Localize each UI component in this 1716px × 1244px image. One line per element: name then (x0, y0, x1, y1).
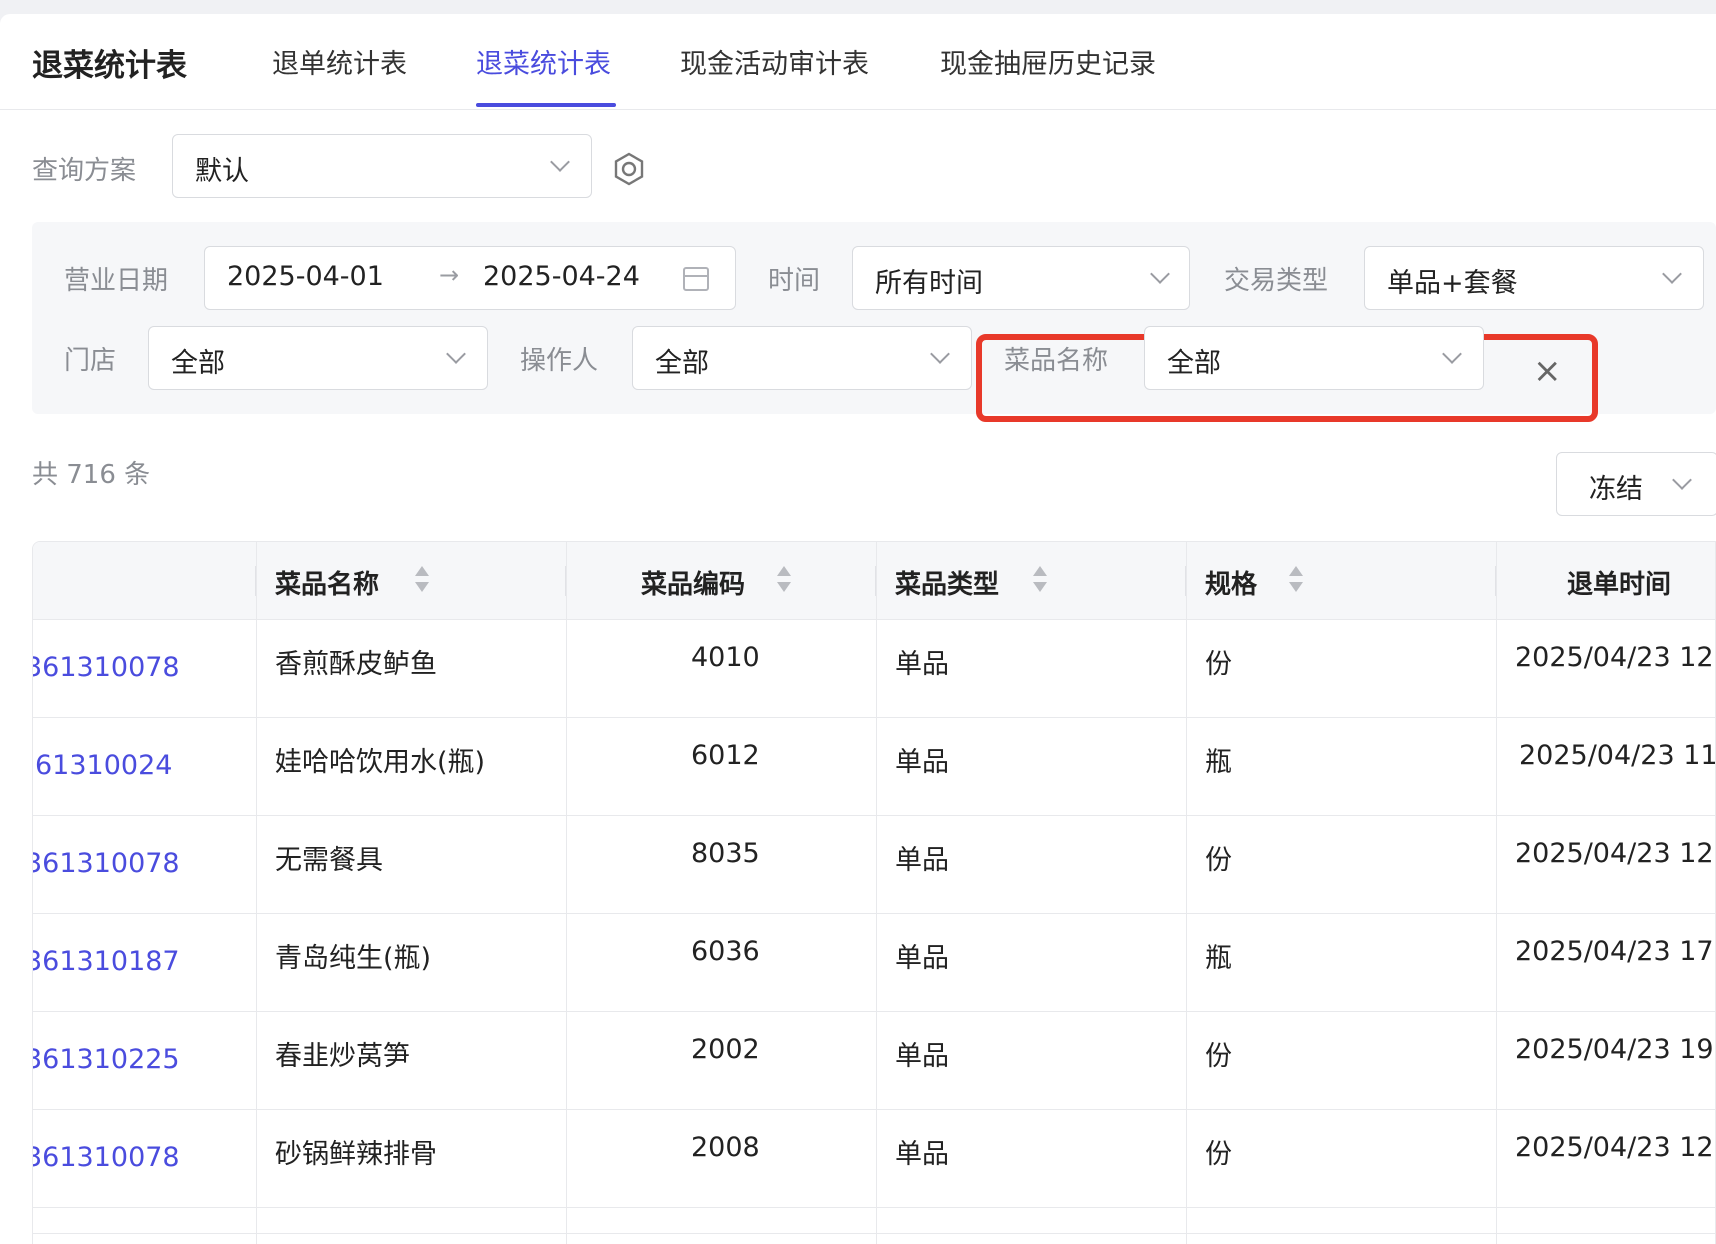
dish-name-cell: 砂锅鲜辣排骨 (275, 1139, 437, 1170)
transaction-type-value: 单品+套餐 (1387, 268, 1518, 299)
dish-code-cell: 2008 (691, 1132, 760, 1163)
spec-cell: 份 (1205, 1139, 1232, 1170)
dish-code-cell: 2002 (691, 1034, 760, 1065)
time-value: 所有时间 (875, 268, 983, 299)
order-number-link[interactable]: 361310225 (33, 1044, 180, 1075)
dish-code-cell: 6036 (691, 936, 760, 967)
close-icon[interactable]: × (1533, 354, 1562, 388)
page-title: 退菜统计表 (32, 48, 187, 84)
store-select[interactable]: 全部 (148, 326, 488, 390)
calendar-icon (683, 267, 709, 291)
chevron-down-icon (1662, 264, 1682, 284)
sort-icon[interactable] (415, 566, 429, 596)
chevron-down-icon (1672, 470, 1692, 490)
dish-type-cell: 单品 (895, 649, 949, 680)
business-date-label: 营业日期 (64, 266, 169, 296)
operator-select[interactable]: 全部 (632, 326, 972, 390)
dish-name-label: 菜品名称 (1004, 346, 1109, 376)
tab-refund-dish-report[interactable]: 退菜统计表 (476, 42, 611, 81)
dish-name-cell: 香煎酥皮鲈鱼 (275, 649, 437, 680)
dish-name-select[interactable]: 全部 (1144, 326, 1484, 390)
dish-type-cell: 单品 (895, 1139, 949, 1170)
sort-icon[interactable] (1289, 566, 1303, 596)
operator-label: 操作人 (520, 346, 599, 376)
time-select[interactable]: 所有时间 (852, 246, 1190, 310)
column-spec: 规格 (1205, 570, 1258, 600)
freeze-label: 冻结 (1589, 474, 1643, 505)
dish-name-cell: 春韭炒莴笋 (275, 1041, 410, 1072)
spec-cell: 瓶 (1205, 747, 1232, 778)
refund-time-cell: 2025/04/23 12:5 (1515, 642, 1715, 673)
transaction-type-label: 交易类型 (1224, 266, 1329, 296)
order-number-link[interactable]: 61310024 (35, 750, 172, 781)
table-row[interactable]: 361310078 香煎酥皮鲈鱼 4010 单品 份 2025/04/23 12… (33, 620, 1715, 718)
operator-value: 全部 (655, 348, 709, 379)
dish-code-cell: 4010 (691, 642, 760, 673)
table-row[interactable]: 361310187 青岛纯生(瓶) 6036 单品 瓶 2025/04/23 1… (33, 914, 1715, 1012)
order-number-link[interactable]: 361310078 (33, 1142, 180, 1173)
transaction-type-select[interactable]: 单品+套餐 (1364, 246, 1704, 310)
sort-icon[interactable] (1033, 566, 1047, 596)
record-count: 共 716 条 (32, 460, 151, 490)
chevron-down-icon (930, 344, 950, 364)
refund-dish-table: 菜品名称 菜品编码 菜品类型 规格 退单时间 361310078 香煎酥皮鲈鱼 … (32, 541, 1716, 1244)
dish-type-cell: 单品 (895, 747, 949, 778)
spec-cell: 份 (1205, 649, 1232, 680)
dish-name-cell: 无需餐具 (275, 845, 383, 876)
refund-time-cell: 2025/04/23 12:5 (1515, 1132, 1715, 1163)
dish-type-cell: 单品 (895, 943, 949, 974)
refund-time-cell: 2025/04/23 12:5 (1515, 838, 1715, 869)
refund-time-cell: 2025/04/23 17:5 (1515, 936, 1715, 967)
chevron-down-icon (1442, 344, 1462, 364)
table-row (33, 1208, 1715, 1234)
dish-name-cell: 娃哈哈饮用水(瓶) (275, 747, 486, 778)
freeze-columns-button[interactable]: 冻结 (1556, 452, 1716, 516)
time-label: 时间 (768, 266, 821, 296)
store-label: 门店 (64, 346, 117, 376)
report-panel: 退菜统计表 退单统计表 退菜统计表 现金活动审计表 现金抽屉历史记录 查询方案 … (0, 14, 1716, 1244)
chevron-down-icon (446, 344, 466, 364)
active-tab-indicator (476, 103, 616, 107)
table-row[interactable]: 61310024 娃哈哈饮用水(瓶) 6012 单品 瓶 2025/04/23 … (33, 718, 1716, 816)
business-date-range-picker[interactable]: 2025-04-01 → 2025-04-24 (204, 246, 736, 310)
tab-refund-order-report[interactable]: 退单统计表 (272, 42, 407, 81)
refund-time-cell: 2025/04/23 11:5 (1519, 740, 1716, 771)
column-dish-type: 菜品类型 (895, 570, 1000, 600)
table-row[interactable]: 361310078 砂锅鲜辣排骨 2008 单品 份 2025/04/23 12… (33, 1110, 1715, 1208)
dish-code-cell: 6012 (691, 740, 760, 771)
header-tabs: 退菜统计表 退单统计表 退菜统计表 现金活动审计表 现金抽屉历史记录 (0, 14, 1716, 110)
sort-icon[interactable] (777, 566, 791, 596)
dish-type-cell: 单品 (895, 1041, 949, 1072)
table-row[interactable]: 361310225 春韭炒莴笋 2002 单品 份 2025/04/23 19:… (33, 1012, 1715, 1110)
dish-name-cell: 青岛纯生(瓶) (275, 943, 432, 974)
order-number-link[interactable]: 361310078 (33, 848, 180, 879)
order-number-link[interactable]: 361310078 (33, 652, 180, 683)
range-arrow-icon: → (439, 261, 460, 289)
query-plan-value: 默认 (195, 156, 249, 187)
tab-cash-drawer-history[interactable]: 现金抽屉历史记录 (940, 42, 1156, 81)
settings-icon[interactable] (612, 152, 646, 186)
store-value: 全部 (171, 348, 225, 379)
refund-time-cell: 2025/04/23 19:5 (1515, 1034, 1715, 1065)
order-number-link[interactable]: 361310187 (33, 946, 180, 977)
dish-type-cell: 单品 (895, 845, 949, 876)
end-date: 2025-04-24 (483, 261, 640, 292)
table-row[interactable]: 361310078 无需餐具 8035 单品 份 2025/04/23 12:5 (33, 816, 1715, 914)
column-dish-name: 菜品名称 (275, 570, 380, 600)
table-header: 菜品名称 菜品编码 菜品类型 规格 退单时间 (33, 542, 1715, 620)
tab-cash-activity-audit[interactable]: 现金活动审计表 (680, 42, 869, 81)
spec-cell: 份 (1205, 845, 1232, 876)
column-refund-time: 退单时间 (1567, 570, 1672, 600)
spec-cell: 瓶 (1205, 943, 1232, 974)
query-plan-select[interactable]: 默认 (172, 134, 592, 198)
start-date: 2025-04-01 (227, 261, 384, 292)
chevron-down-icon (1150, 264, 1170, 284)
spec-cell: 份 (1205, 1041, 1232, 1072)
column-dish-code: 菜品编码 (641, 570, 746, 600)
dish-name-value: 全部 (1167, 348, 1221, 379)
chevron-down-icon (550, 152, 570, 172)
dish-code-cell: 8035 (691, 838, 760, 869)
query-plan-label: 查询方案 (32, 156, 137, 186)
